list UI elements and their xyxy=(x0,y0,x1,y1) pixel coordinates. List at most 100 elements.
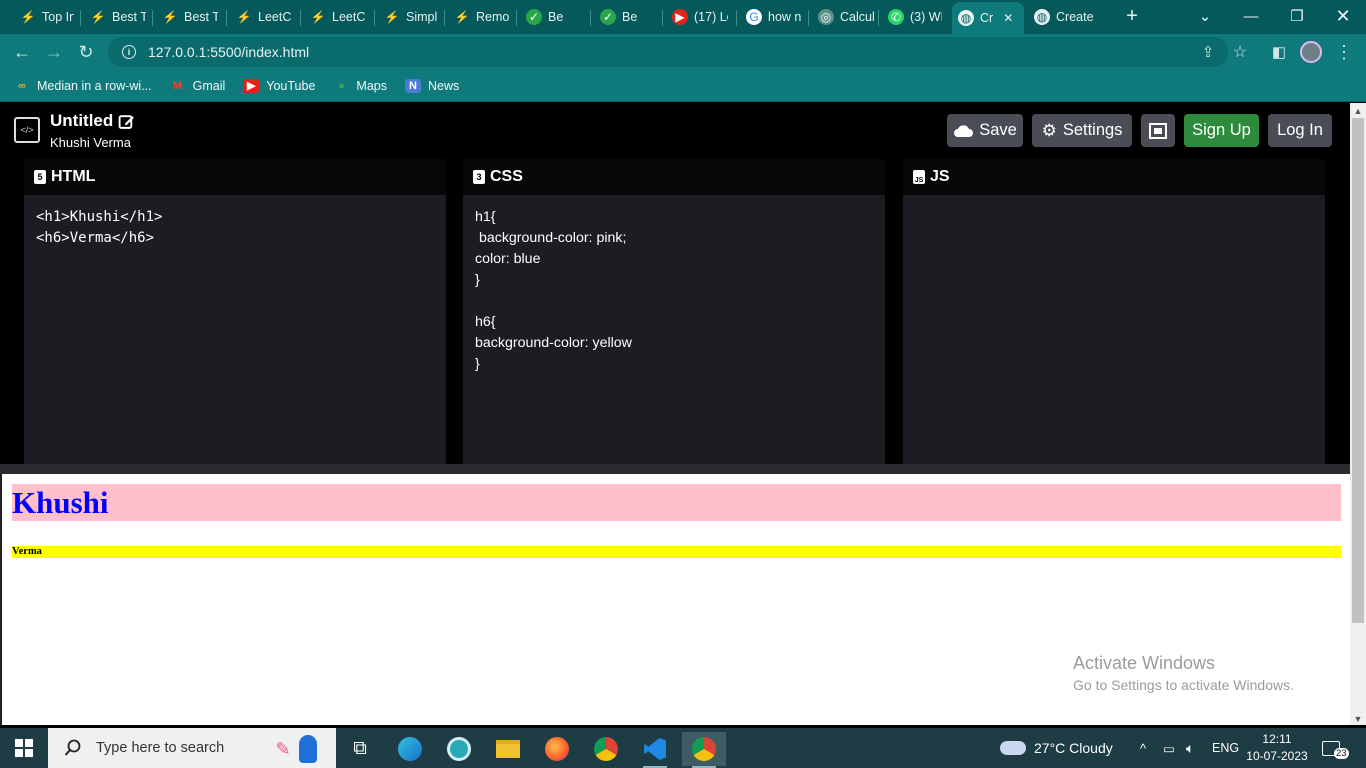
notification-count: 23 xyxy=(1334,747,1349,759)
js-pane-header: JS JS xyxy=(903,159,1325,195)
clock[interactable]: 12:11 10-07-2023 xyxy=(1246,731,1308,765)
app-icon-teal[interactable] xyxy=(437,732,481,766)
tab-13[interactable]: ✆ (3) WI xyxy=(882,4,942,30)
address-bar[interactable]: i 127.0.0.1:5500/index.html xyxy=(108,37,1228,67)
volume-icon[interactable]: 🔈︎ xyxy=(1186,728,1194,768)
css-code-editor[interactable]: h1{ background-color: pink; color: blue … xyxy=(463,195,885,387)
css-editor-pane: 3 CSS h1{ background-color: pink; color:… xyxy=(463,159,885,464)
tab-title: Create xyxy=(1056,10,1094,24)
back-button[interactable]: ← xyxy=(8,38,36,66)
activate-windows-title: Activate Windows xyxy=(1073,653,1216,673)
edge-icon[interactable] xyxy=(388,732,432,766)
tab-3[interactable]: ⚡ Best T xyxy=(156,4,218,30)
tab-5[interactable]: ⚡ LeetC xyxy=(304,4,366,30)
tab-12[interactable]: ◎ Calcul xyxy=(812,4,874,30)
side-panel-icon[interactable]: ◧ xyxy=(1265,38,1293,66)
browser-toolbar: ← → ↻ i 127.0.0.1:5500/index.html ⇪ ☆ ◧ … xyxy=(0,34,1366,70)
settings-button[interactable]: ⚙ Settings xyxy=(1032,114,1132,147)
activate-windows-subtitle: Go to Settings to activate Windows. xyxy=(1073,677,1294,693)
restore-button[interactable]: ❐ xyxy=(1274,2,1320,30)
news-icon: N xyxy=(404,78,421,93)
start-button[interactable] xyxy=(0,728,48,768)
chrome-active-icon[interactable] xyxy=(682,732,726,768)
menu-icon[interactable]: ⋮ xyxy=(1330,38,1358,66)
site-info-icon[interactable]: i xyxy=(122,45,136,59)
tab-14[interactable]: ◍ Cr ✕ xyxy=(952,2,1024,34)
task-view-icon[interactable]: ⧉ xyxy=(338,732,382,766)
network-icon[interactable]: ▭ xyxy=(1163,728,1175,768)
file-explorer-icon[interactable] xyxy=(486,732,530,766)
codingninjas-icon: ⚡ xyxy=(90,10,106,24)
bookmark-item[interactable]: N News xyxy=(404,78,459,93)
tab-7[interactable]: ⚡ Remo xyxy=(448,4,510,30)
save-button[interactable]: Save xyxy=(947,114,1023,147)
tab-separator xyxy=(226,10,227,26)
close-window-button[interactable]: ✕ xyxy=(1320,2,1366,30)
url-text: 127.0.0.1:5500/index.html xyxy=(148,44,310,60)
tab-6[interactable]: ⚡ Simpl xyxy=(378,4,438,30)
clock-time: 12:11 xyxy=(1262,732,1292,746)
tab-1[interactable]: ⚡ Top In xyxy=(14,4,74,30)
edit-icon[interactable] xyxy=(118,113,135,130)
tab-10[interactable]: ▶ (17) Le xyxy=(666,4,728,30)
tab-search-icon[interactable]: ⌄ xyxy=(1182,2,1228,30)
tab-title: Best T xyxy=(112,10,146,24)
taskbar-search[interactable]: Type here to search ✎ xyxy=(48,728,336,768)
bookmark-label: YouTube xyxy=(266,78,316,93)
tab-separator xyxy=(808,10,809,26)
login-button[interactable]: Log In xyxy=(1268,114,1332,147)
project-title[interactable]: Untitled xyxy=(50,111,135,131)
tab-title: LeetC xyxy=(258,10,292,24)
tab-separator xyxy=(444,10,445,26)
chrome-icon[interactable] xyxy=(584,732,628,766)
tab-8[interactable]: ✓ Be xyxy=(520,4,582,30)
reload-button[interactable]: ↻ xyxy=(72,38,100,66)
tray-chevron-icon[interactable]: ^ xyxy=(1140,728,1146,768)
bookmark-item[interactable]: ▶ YouTube xyxy=(243,78,316,93)
scrollbar-thumb[interactable] xyxy=(1352,118,1364,623)
bookmark-label: Gmail xyxy=(192,78,226,93)
firefox-icon[interactable] xyxy=(535,732,579,766)
notification-button[interactable]: 23 xyxy=(1322,728,1349,768)
resize-divider[interactable] xyxy=(0,464,1350,474)
scroll-down-icon[interactable]: ▼ xyxy=(1350,712,1366,726)
weather-widget[interactable]: 27°C Cloudy xyxy=(1000,728,1113,768)
tab-4[interactable]: ⚡ LeetC xyxy=(230,4,292,30)
bookmark-item[interactable]: ● Maps xyxy=(333,79,387,93)
tab-9[interactable]: ✓ Be xyxy=(594,4,656,30)
settings-label: Settings xyxy=(1062,121,1123,139)
tab-separator xyxy=(736,10,737,26)
signup-button[interactable]: Sign Up xyxy=(1184,114,1259,147)
scroll-up-icon[interactable]: ▲ xyxy=(1350,104,1366,118)
profile-avatar[interactable] xyxy=(1297,38,1325,66)
js-code-editor[interactable] xyxy=(903,195,1325,219)
layout-button[interactable] xyxy=(1141,114,1175,147)
bookmark-item[interactable]: ∞ Median in a row-wi... xyxy=(14,79,152,93)
tab-separator xyxy=(300,10,301,26)
new-tab-button[interactable]: + xyxy=(1118,2,1146,30)
codingninjas-icon: ∞ xyxy=(18,79,26,92)
tab-11[interactable]: Ghow n xyxy=(740,4,802,30)
language-indicator[interactable]: ENG xyxy=(1212,728,1239,768)
share-icon[interactable]: ⇪ xyxy=(1194,38,1222,66)
tab-separator xyxy=(374,10,375,26)
tab-title: Simpl xyxy=(406,10,438,24)
tab-separator xyxy=(516,10,517,26)
tab-separator xyxy=(662,10,663,26)
bookmark-star-icon[interactable]: ☆ xyxy=(1226,38,1254,66)
tab-2[interactable]: ⚡ Best T xyxy=(84,4,146,30)
css3-icon: 3 xyxy=(473,170,485,184)
bookmark-item[interactable]: M Gmail xyxy=(170,78,226,93)
minimize-button[interactable]: — xyxy=(1228,2,1274,30)
leetcode-icon: ⚡ xyxy=(310,10,326,24)
windows-taskbar: Type here to search ✎ ⧉ 27°C Cloudy ^ ▭ … xyxy=(0,728,1366,768)
forward-button[interactable]: → xyxy=(40,38,68,66)
tab-title: (3) WI xyxy=(910,10,942,24)
tab-title: LeetC xyxy=(332,10,366,24)
chatgpt-icon: ◎ xyxy=(818,9,834,25)
vscode-icon[interactable] xyxy=(633,732,677,768)
close-tab-icon[interactable]: ✕ xyxy=(1003,11,1013,25)
html-code-editor[interactable]: <h1>Khushi</h1> <h6>Verma</h6> xyxy=(24,195,446,261)
editor-area: 5 HTML <h1>Khushi</h1> <h6>Verma</h6> 3 … xyxy=(0,159,1350,464)
tab-15[interactable]: ◍ Create xyxy=(1028,4,1100,30)
